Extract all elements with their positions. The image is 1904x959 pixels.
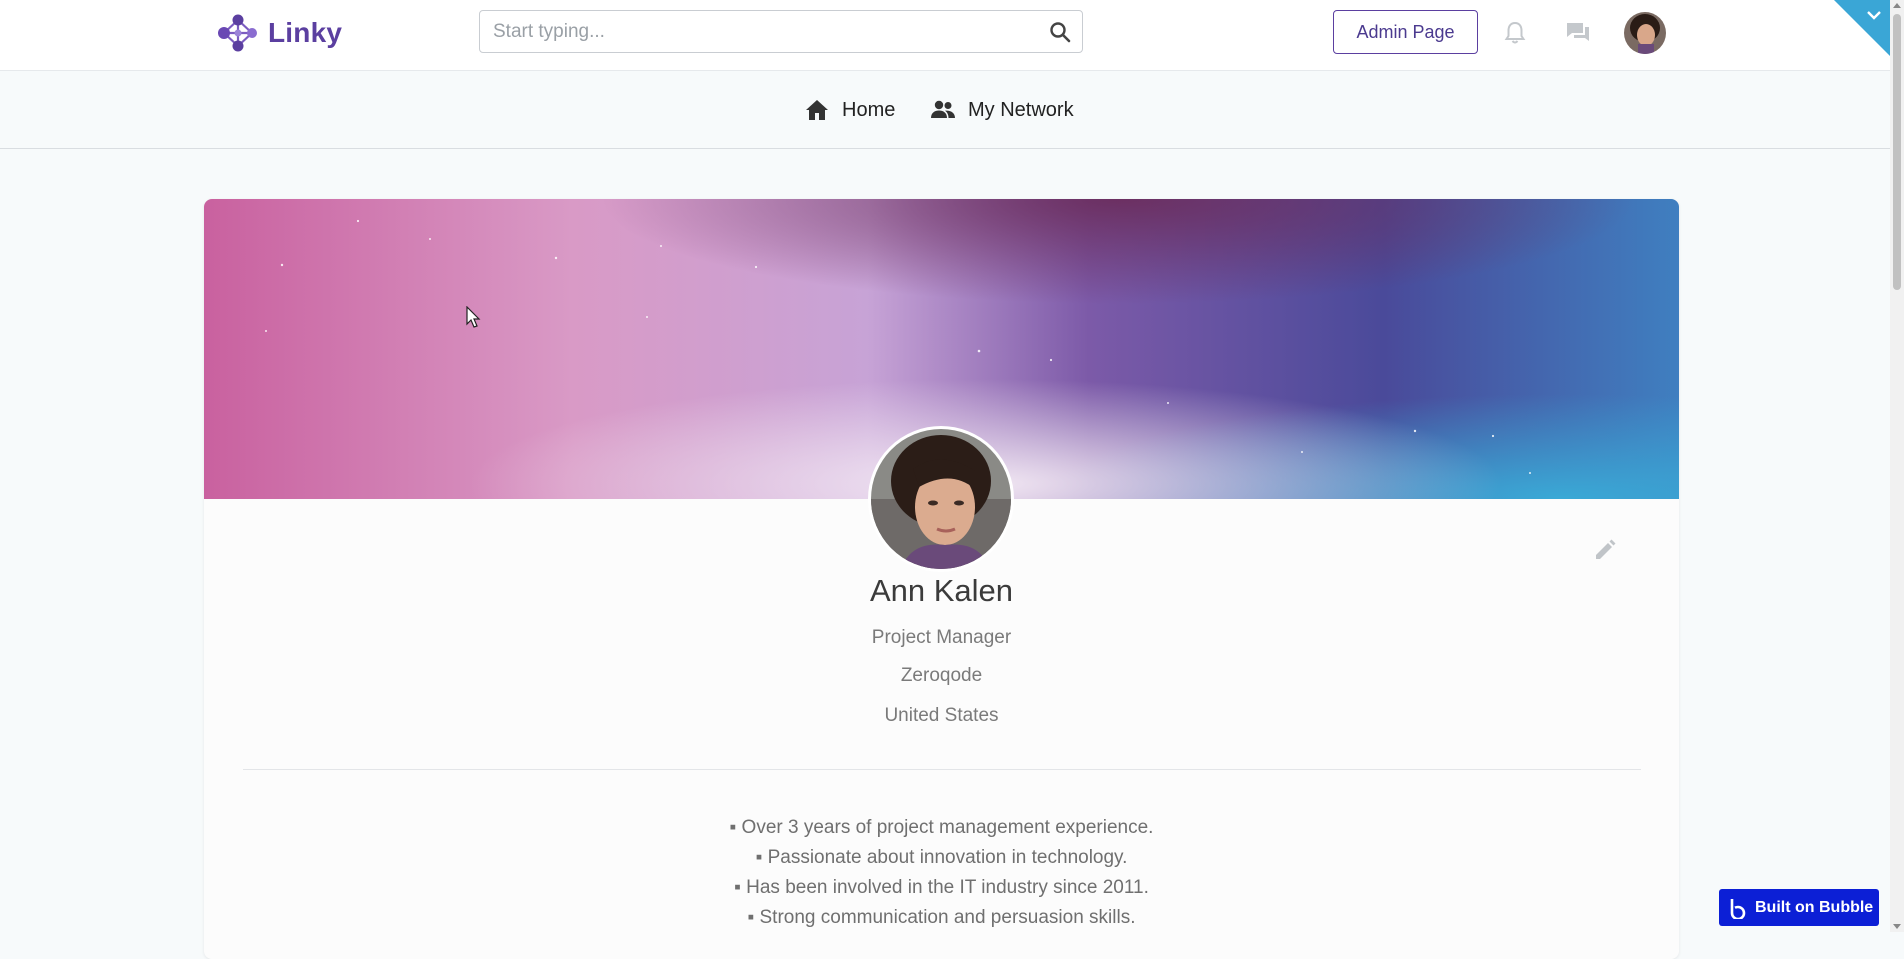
profile-name: Ann Kalen bbox=[869, 573, 1014, 608]
built-on-bubble-badge[interactable]: Built on Bubble bbox=[1719, 889, 1879, 926]
top-header: Linky Admin Page bbox=[0, 0, 1890, 71]
search-input[interactable] bbox=[480, 11, 1013, 52]
user-avatar[interactable] bbox=[1624, 12, 1666, 54]
avatar-image bbox=[1624, 12, 1666, 54]
profile-title: Project Manager bbox=[871, 627, 1012, 648]
profile-company: Zeroqode bbox=[900, 665, 983, 686]
page-scrollbar[interactable] bbox=[1890, 0, 1904, 932]
bio-line: ▪ Strong communication and persuasion sk… bbox=[747, 907, 1136, 928]
profile-avatar[interactable] bbox=[868, 426, 1014, 572]
logo-network-icon bbox=[218, 14, 257, 52]
chat-icon[interactable] bbox=[1563, 18, 1593, 48]
scroll-up-arrow-icon[interactable] bbox=[1893, 3, 1901, 8]
profile-location: United States bbox=[884, 705, 999, 726]
bubble-logo-icon bbox=[1730, 898, 1746, 919]
nav-item-home[interactable]: Home bbox=[804, 93, 895, 127]
logo-text: Linky bbox=[268, 17, 343, 48]
people-icon bbox=[931, 100, 955, 118]
home-icon bbox=[806, 100, 828, 120]
badge-label: Built on Bubble bbox=[1755, 898, 1874, 916]
nav-item-label: Home bbox=[842, 98, 896, 121]
main-nav: Home My Network bbox=[0, 71, 1890, 149]
edit-pencil-icon[interactable] bbox=[1592, 537, 1618, 563]
search-box[interactable] bbox=[479, 10, 1083, 53]
bio-line: ▪ Passionate about innovation in technol… bbox=[755, 847, 1128, 868]
nav-item-label: My Network bbox=[968, 98, 1074, 121]
bio-line: ▪ Has been involved in the IT industry s… bbox=[734, 877, 1149, 898]
bio-line: ▪ Over 3 years of project management exp… bbox=[729, 817, 1154, 838]
section-divider bbox=[243, 769, 1641, 770]
profile-card: Ann Kalen Project Manager Zeroqode Unite… bbox=[204, 199, 1679, 959]
mouse-cursor-icon bbox=[466, 306, 481, 328]
profile-bio: ▪ Over 3 years of project management exp… bbox=[204, 813, 1679, 933]
search-icon[interactable] bbox=[1048, 20, 1072, 44]
admin-page-button[interactable]: Admin Page bbox=[1333, 10, 1478, 54]
bell-icon[interactable] bbox=[1500, 18, 1530, 48]
scroll-down-arrow-icon[interactable] bbox=[1893, 924, 1901, 929]
nav-item-my-network[interactable]: My Network bbox=[930, 93, 1074, 127]
profile-photo bbox=[871, 429, 1011, 569]
corner-collapse-tab[interactable] bbox=[1834, 0, 1890, 56]
logo[interactable]: Linky bbox=[212, 8, 342, 58]
scrollbar-thumb[interactable] bbox=[1893, 14, 1901, 290]
